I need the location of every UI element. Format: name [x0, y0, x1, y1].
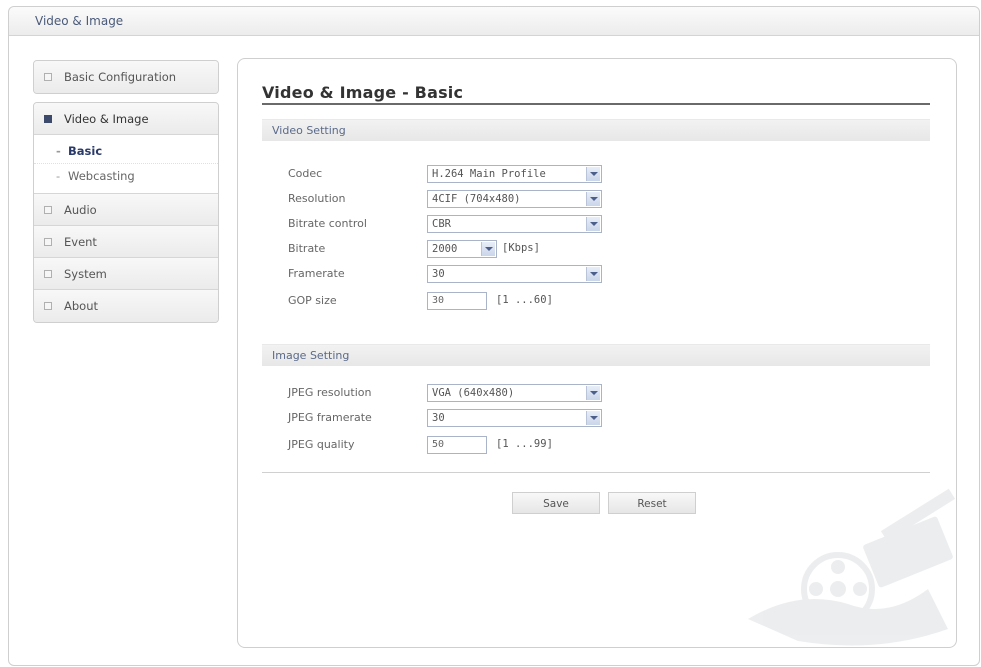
sidebar-subitem-webcasting[interactable]: - Webcasting [34, 163, 218, 187]
jpeg-resolution-select[interactable]: VGA (640x480) [427, 384, 602, 402]
sidebar-box-main: Video & Image - Basic - Webcasting Audio… [33, 102, 219, 323]
resolution-value: 4CIF (704x480) [432, 193, 521, 205]
sidebar-item-label: Video & Image [64, 112, 149, 126]
sidebar-item-event[interactable]: Event [34, 226, 218, 258]
dash-icon: - [56, 144, 61, 158]
bitrate-control-select[interactable]: CBR [427, 215, 602, 233]
sidebar-item-label: Basic Configuration [64, 70, 177, 84]
sidebar-item-audio[interactable]: Audio [34, 194, 218, 226]
collapsed-square-icon [44, 270, 52, 278]
bitrate-value: 2000 [432, 243, 458, 255]
resolution-label: Resolution [288, 192, 346, 205]
bitrate-label: Bitrate [288, 242, 326, 255]
expanded-square-icon [44, 115, 52, 123]
sidebar-subitem-label: Webcasting [68, 169, 135, 183]
jpeg-quality-input[interactable]: 50 [427, 436, 487, 454]
bitrate-control-label: Bitrate control [288, 217, 367, 230]
sidebar-item-label: Event [64, 235, 97, 249]
sidebar-box-basic-configuration: Basic Configuration [33, 60, 219, 94]
dash-icon: - [56, 169, 61, 183]
jpeg-framerate-select[interactable]: 30 [427, 409, 602, 427]
codec-label: Codec [288, 167, 323, 180]
chevron-down-icon [586, 411, 600, 425]
chevron-down-icon [586, 192, 600, 206]
sidebar-item-system[interactable]: System [34, 258, 218, 290]
sidebar-item-about[interactable]: About [34, 290, 218, 322]
sidebar-subitem-basic[interactable]: - Basic [34, 139, 218, 163]
gop-size-range: [1 ...60] [496, 294, 553, 306]
collapsed-square-icon [44, 73, 52, 81]
chevron-down-icon [586, 167, 600, 181]
jpeg-quality-range: [1 ...99] [496, 438, 553, 450]
jpeg-quality-label: JPEG quality [288, 438, 355, 451]
sidebar-subitem-label: Basic [68, 144, 103, 158]
bitrate-select[interactable]: 2000 [427, 240, 497, 258]
framerate-value: 30 [432, 268, 445, 280]
jpeg-framerate-value: 30 [432, 412, 445, 424]
codec-value: H.264 Main Profile [432, 168, 546, 180]
title-divider [262, 103, 930, 105]
main-window: Video & Image Basic Configuration Video … [8, 6, 980, 666]
video-image-submenu: - Basic - Webcasting [34, 135, 218, 194]
sidebar-item-video-image[interactable]: Video & Image [34, 103, 218, 135]
sidebar-item-label: About [64, 299, 99, 313]
save-button[interactable]: Save [512, 492, 600, 514]
collapsed-square-icon [44, 206, 52, 214]
video-setting-heading: Video Setting [262, 119, 930, 141]
jpeg-resolution-label: JPEG resolution [288, 386, 372, 399]
framerate-label: Framerate [288, 267, 345, 280]
chevron-down-icon [586, 386, 600, 400]
sidebar-item-label: System [64, 267, 107, 281]
codec-select[interactable]: H.264 Main Profile [427, 165, 602, 183]
window-title: Video & Image [35, 14, 124, 28]
image-setting-heading: Image Setting [262, 344, 930, 366]
gop-size-label: GOP size [288, 294, 337, 307]
jpeg-resolution-value: VGA (640x480) [432, 387, 515, 399]
chevron-down-icon [586, 267, 600, 281]
chevron-down-icon [481, 242, 495, 256]
bitrate-control-value: CBR [432, 218, 451, 230]
collapsed-square-icon [44, 238, 52, 246]
bitrate-unit: [Kbps] [502, 242, 540, 254]
collapsed-square-icon [44, 302, 52, 310]
title-bar: Video & Image [9, 7, 979, 36]
sidebar-item-basic-configuration[interactable]: Basic Configuration [34, 61, 218, 93]
chevron-down-icon [586, 217, 600, 231]
resolution-select[interactable]: 4CIF (704x480) [427, 190, 602, 208]
page-title: Video & Image - Basic [262, 83, 464, 102]
film-reel-watermark-icon [748, 488, 956, 646]
gop-size-input[interactable]: 30 [427, 292, 487, 310]
jpeg-framerate-label: JPEG framerate [288, 411, 372, 424]
content-panel: Video & Image - Basic Video Setting Code… [237, 58, 957, 648]
sidebar: Basic Configuration Video & Image - Basi… [33, 60, 219, 323]
sidebar-item-label: Audio [64, 203, 97, 217]
framerate-select[interactable]: 30 [427, 265, 602, 283]
